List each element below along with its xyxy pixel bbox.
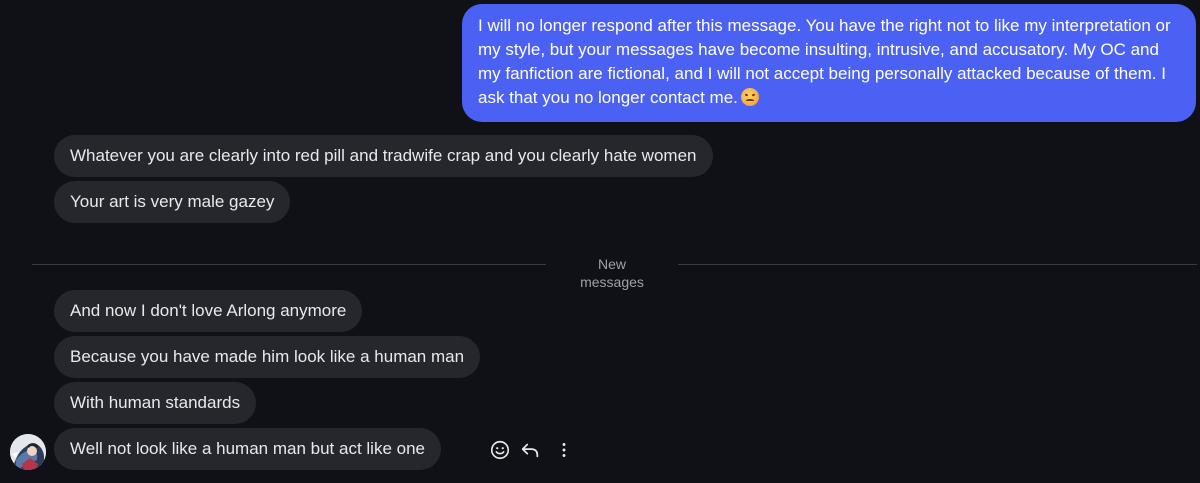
message-text: With human standards [70, 393, 241, 412]
incoming-message-bubble[interactable]: Your art is very male gazey [54, 181, 291, 223]
reply-button[interactable] [518, 438, 542, 462]
message-text: Well not look like a human man but act l… [70, 439, 425, 458]
message-text: I will no longer respond after this mess… [478, 16, 1171, 107]
incoming-message-bubble[interactable]: And now I don't love Arlong anymore [54, 290, 363, 332]
incoming-message-bubble[interactable]: With human standards [54, 382, 257, 424]
message-text: Your art is very male gazey [70, 192, 275, 211]
new-messages-divider: New messages [32, 256, 1197, 290]
divider-line [32, 264, 546, 265]
slightly-frowning-face-icon [740, 88, 759, 106]
reply-icon [521, 443, 539, 458]
new-messages-label: New messages [580, 256, 644, 290]
incoming-message-bubble[interactable]: Well not look like a human man but act l… [54, 428, 441, 470]
add-reaction-button[interactable] [488, 438, 512, 462]
message-text: Whatever you are clearly into red pill a… [70, 146, 697, 165]
message-text: And now I don't love Arlong anymore [70, 301, 347, 320]
divider-line [678, 264, 1197, 265]
chat-thread: I will no longer respond after this mess… [0, 0, 1200, 483]
more-options-button[interactable] [552, 438, 576, 462]
smiley-icon [490, 440, 510, 460]
incoming-message-bubble[interactable]: Whatever you are clearly into red pill a… [54, 135, 713, 177]
message-actions [488, 438, 582, 462]
message-text: Because you have made him look like a hu… [70, 347, 465, 366]
avatar-image [10, 434, 46, 470]
outgoing-message-bubble[interactable]: I will no longer respond after this mess… [462, 4, 1196, 122]
more-vertical-icon [562, 443, 566, 457]
incoming-message-bubble[interactable]: Because you have made him look like a hu… [54, 336, 481, 378]
sender-avatar[interactable] [10, 434, 46, 470]
